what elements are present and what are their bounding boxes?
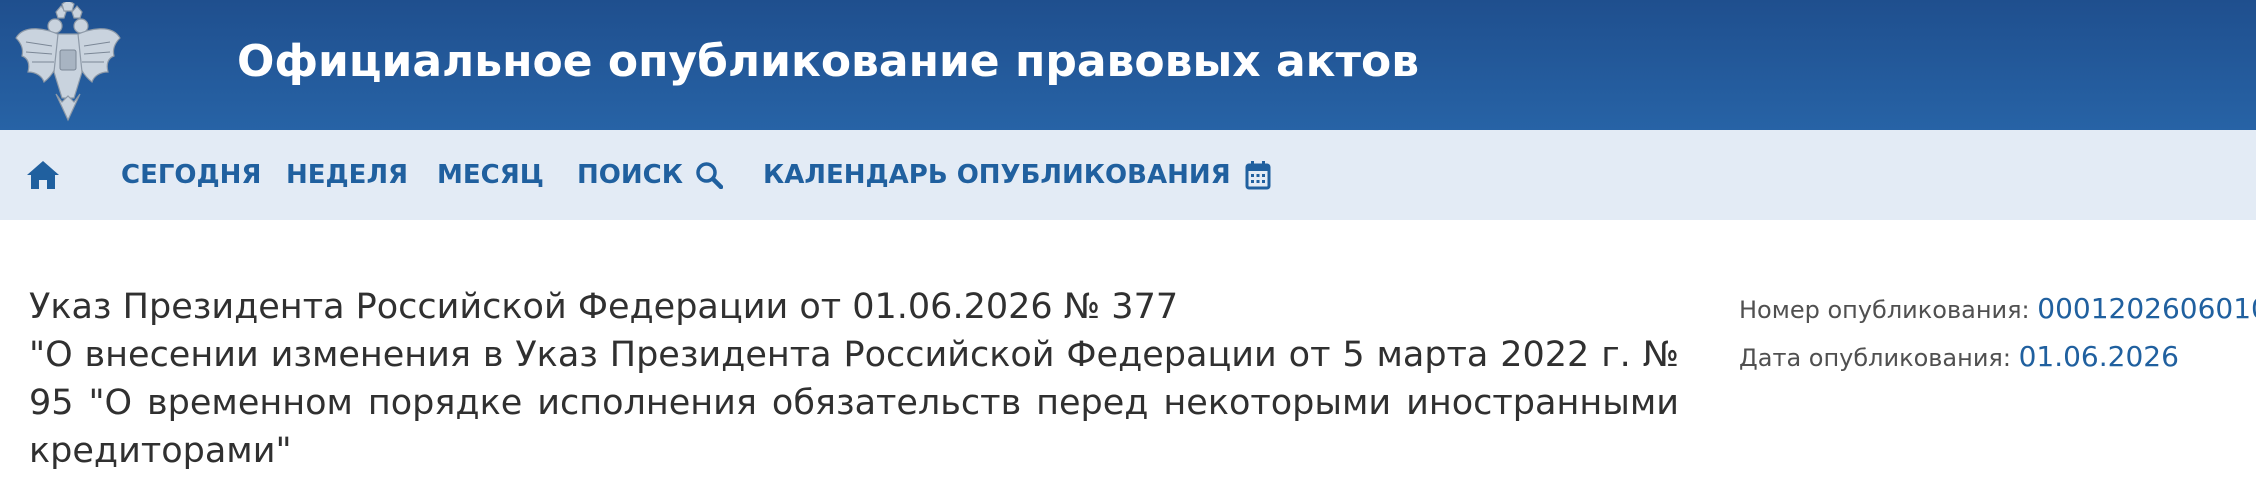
publication-date-value: 01.06.2026	[2018, 340, 2179, 373]
publication-number-label: Номер опубликования:	[1739, 296, 2030, 324]
nav-today-label: СЕГОДНЯ	[121, 160, 262, 190]
nav-today[interactable]: СЕГОДНЯ	[121, 130, 261, 220]
site-title: Официальное опубликование правовых актов	[237, 36, 1420, 87]
document-title-line2: "О внесении изменения в Указ Президента …	[29, 335, 1679, 471]
publication-number-value: 0001202606010019	[2037, 292, 2256, 325]
russian-coat-of-arms-icon[interactable]	[12, 2, 124, 124]
home-icon[interactable]	[26, 159, 60, 191]
search-icon	[696, 162, 723, 189]
main-nav: СЕГОДНЯ НЕДЕЛЯ МЕСЯЦ ПОИСК КАЛЕНДАРЬ ОПУ…	[0, 130, 2256, 220]
publication-number: Номер опубликования: 0001202606010019	[1739, 292, 2256, 325]
nav-search[interactable]: ПОИСК	[577, 130, 723, 220]
document-title-line1: Указ Президента Российской Федерации от …	[29, 287, 1179, 327]
nav-month[interactable]: МЕСЯЦ	[437, 130, 544, 220]
calendar-icon	[1245, 161, 1271, 190]
nav-week[interactable]: НЕДЕЛЯ	[286, 130, 408, 220]
publication-date-label: Дата опубликования:	[1739, 344, 2011, 372]
publication-date: Дата опубликования: 01.06.2026	[1739, 340, 2179, 373]
nav-calendar-label: КАЛЕНДАРЬ ОПУБЛИКОВАНИЯ	[763, 160, 1231, 190]
nav-home[interactable]	[26, 130, 60, 220]
nav-month-label: МЕСЯЦ	[437, 160, 544, 190]
document-title: Указ Президента Российской Федерации от …	[29, 283, 1679, 475]
nav-week-label: НЕДЕЛЯ	[286, 160, 409, 190]
site-header: Официальное опубликование правовых актов	[0, 0, 2256, 130]
nav-calendar[interactable]: КАЛЕНДАРЬ ОПУБЛИКОВАНИЯ	[763, 130, 1271, 220]
nav-search-label: ПОИСК	[577, 160, 683, 190]
